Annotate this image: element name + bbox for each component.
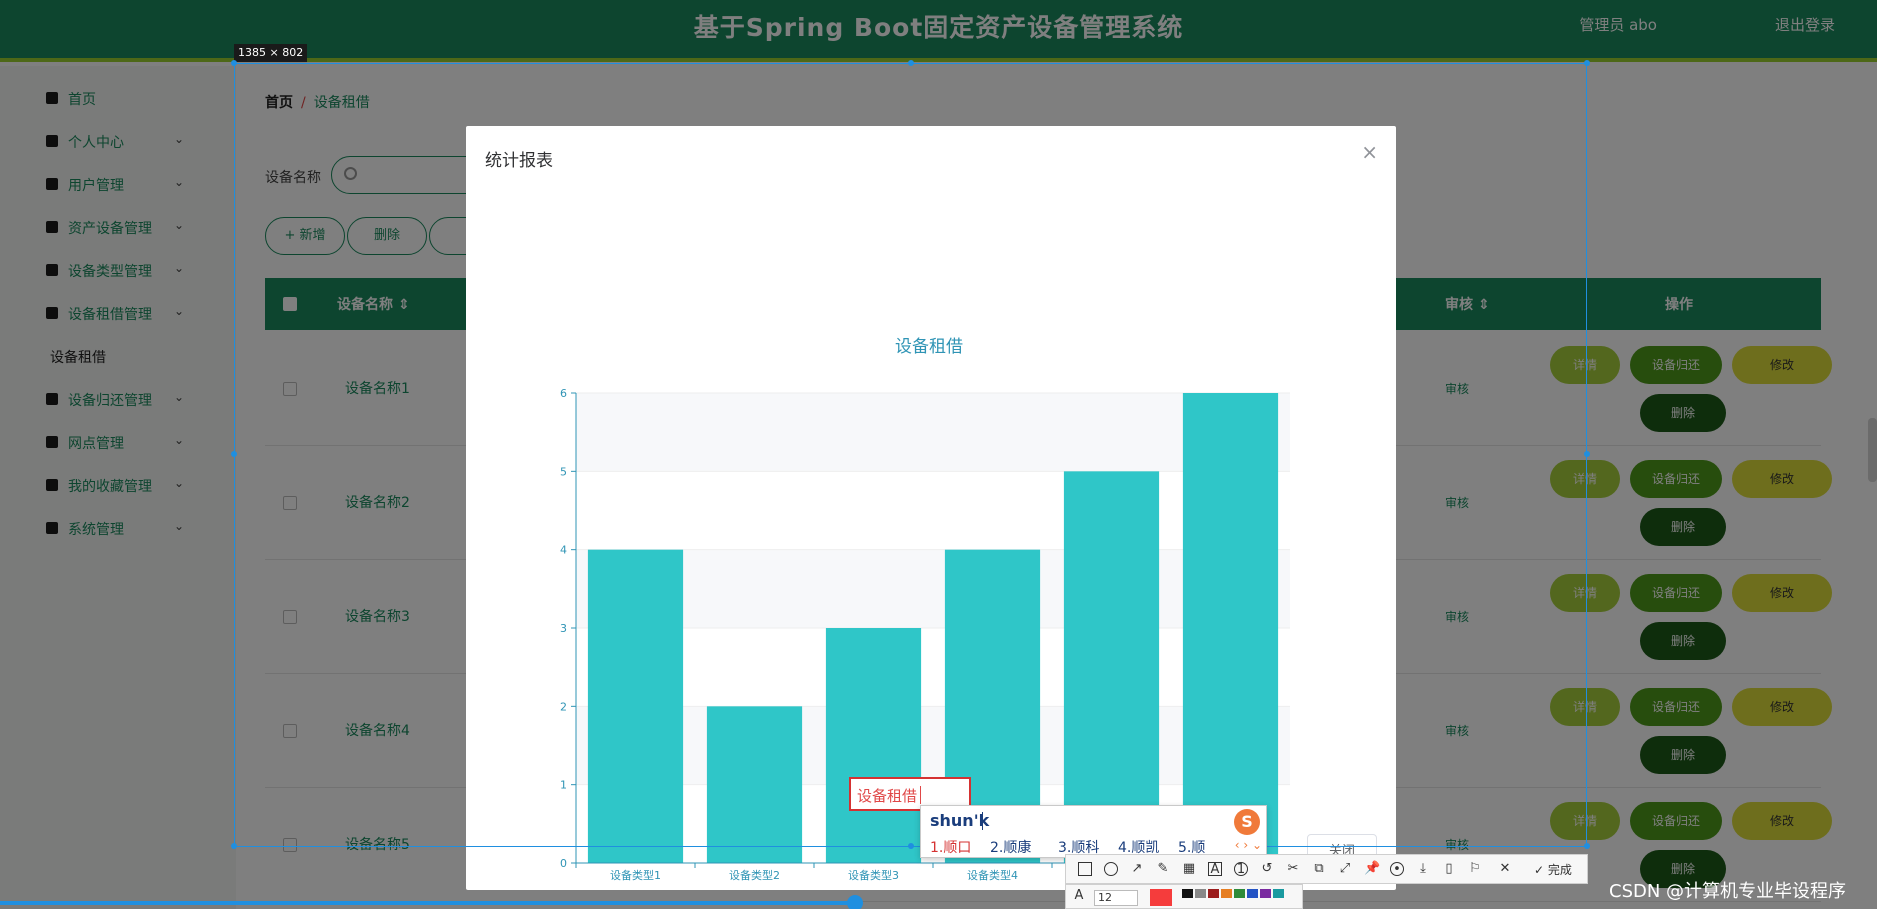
long-capture-icon[interactable]: ⤢ [1338, 862, 1352, 876]
text-tool-icon[interactable]: A [1208, 862, 1222, 877]
capture-selection-frame[interactable] [234, 63, 1587, 847]
cancel-capture-icon[interactable]: ✕ [1498, 862, 1512, 876]
color-swatch[interactable] [1195, 889, 1206, 898]
scissor-tool-icon[interactable]: ✂ [1286, 862, 1300, 876]
resize-handle[interactable] [231, 843, 237, 849]
current-color-swatch[interactable] [1150, 889, 1172, 906]
resize-handle[interactable] [231, 60, 237, 66]
pin-icon[interactable]: 📌 [1364, 862, 1380, 876]
number-tool-icon[interactable]: 1 [1234, 862, 1248, 877]
x-tick-label: 设备类型1 [610, 868, 661, 882]
color-swatch[interactable] [1273, 889, 1284, 898]
color-swatch[interactable] [1221, 889, 1232, 898]
sogou-logo-icon: S [1234, 809, 1260, 835]
color-palette: A 12 [1065, 884, 1303, 909]
pen-tool-icon[interactable]: ✎ [1156, 862, 1170, 876]
ime-pinyin: shun'k [930, 811, 990, 830]
mosaic-tool-icon[interactable]: ▦ [1182, 862, 1196, 876]
record-icon[interactable]: • [1390, 862, 1404, 877]
progress-track [0, 901, 857, 905]
resize-handle[interactable] [231, 451, 237, 457]
y-tick-label: 0 [560, 857, 567, 870]
color-swatch[interactable] [1260, 889, 1271, 898]
ime-candidate[interactable]: 1.顺口 [930, 837, 971, 857]
font-icon: A [1074, 888, 1084, 903]
resize-handle[interactable] [1584, 451, 1590, 457]
ime-page-arrows-icon[interactable]: ‹ › ⌄ [1235, 838, 1262, 852]
resize-handle[interactable] [908, 60, 914, 66]
ime-caret [982, 812, 983, 830]
download-icon[interactable]: ⤓ [1416, 862, 1430, 876]
arrow-tool-icon[interactable]: ↗ [1130, 862, 1144, 876]
bookmark-icon[interactable]: ⚐ [1468, 862, 1482, 876]
color-swatch[interactable] [1182, 889, 1193, 898]
color-swatch[interactable] [1247, 889, 1258, 898]
undo-icon[interactable]: ↺ [1260, 862, 1274, 876]
ime-candidate-window: shun'k S 1.顺口 2.顺康 3.顺科 4.顺凯 5.顺 ‹ › ⌄ [920, 805, 1267, 858]
done-button[interactable]: ✓ 完成 [1534, 861, 1572, 878]
resize-handle[interactable] [908, 843, 914, 849]
progress-knob[interactable] [847, 895, 863, 909]
x-tick-label: 设备类型4 [967, 868, 1018, 882]
x-tick-label: 设备类型3 [848, 868, 899, 882]
rectangle-tool-icon[interactable] [1078, 862, 1092, 876]
capture-toolbar: ↗ ✎ ▦ A 1 ↺ ✂ ⧉ ⤢ 📌 • ⤓ ▯ ⚐ ✕ ✓ 完成 [1065, 854, 1588, 884]
csdn-watermark: CSDN @计算机专业毕设程序 [1609, 881, 1847, 902]
font-size-select[interactable]: 12 [1094, 890, 1138, 906]
ocr-tool-icon[interactable]: ⧉ [1312, 862, 1326, 876]
x-tick-label: 设备类型2 [729, 868, 780, 882]
phone-icon[interactable]: ▯ [1442, 862, 1456, 876]
check-icon: ✓ [1534, 863, 1545, 877]
color-swatch[interactable] [1234, 889, 1245, 898]
resize-handle[interactable] [1584, 843, 1590, 849]
ellipse-tool-icon[interactable] [1104, 862, 1118, 876]
resize-handle[interactable] [1584, 60, 1590, 66]
capture-size-label: 1385 × 802 [234, 44, 308, 62]
page-scrollbar[interactable] [1868, 418, 1877, 482]
color-swatch[interactable] [1208, 889, 1219, 898]
ime-candidate[interactable]: 2.顺康 [990, 837, 1031, 857]
